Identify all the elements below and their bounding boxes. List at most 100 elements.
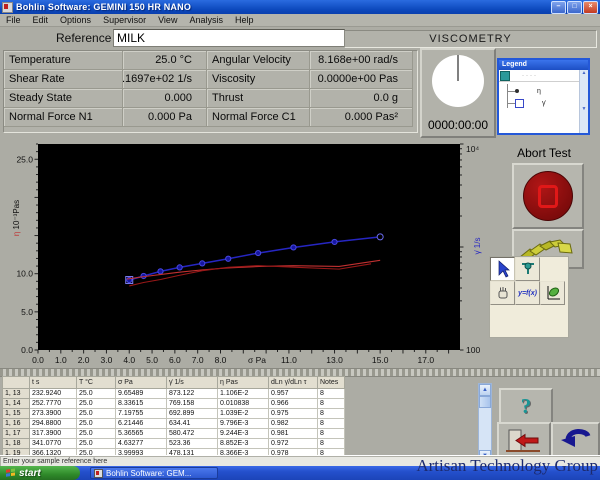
menu-item-options[interactable]: Options (54, 15, 97, 26)
table-cell: 0.966 (268, 398, 318, 409)
x-tick-label: σ Pa (248, 355, 266, 365)
elapsed-time: 0000:00:00 (427, 118, 489, 132)
table-cell: 8.33615 (115, 398, 167, 409)
x-tick-label: 3.0 (101, 355, 113, 365)
legend-scrollbar[interactable]: ▲ ▼ (579, 70, 588, 133)
mode-title: VISCOMETRY (344, 30, 597, 48)
scroll-up-icon[interactable]: ▲ (479, 384, 491, 396)
y-left-tick-label: 10.0 (16, 269, 33, 279)
arrow-cursor-icon (498, 260, 510, 278)
table-cell: 1.039E-2 (217, 408, 269, 419)
column-header[interactable] (2, 376, 30, 389)
readout-label: Thrust (207, 89, 310, 108)
column-header[interactable]: γ̇ 1/s (166, 376, 218, 389)
menu-item-file[interactable]: File (0, 15, 27, 26)
table-row[interactable]: 1, 16 294.8800 25.0 6.21446 634.41 9.796E-3 0.… (2, 418, 345, 429)
maximize-icon[interactable]: □ (567, 0, 582, 14)
legend-window-title[interactable]: Legend (499, 60, 588, 70)
x-tick-label: 8.0 (215, 355, 227, 365)
table-cell: 523.36 (166, 438, 218, 449)
task-label: Bohlin Software: GEM... (106, 468, 192, 478)
y-right-bottom-label: 100 (466, 345, 480, 355)
column-header[interactable]: η Pas (217, 376, 269, 389)
row-number: 1, 16 (2, 418, 30, 429)
readout-value: 8.168e+00 rad/s (310, 51, 413, 70)
table-row[interactable]: 1, 15 273.3900 25.0 7.19755 692.899 1.039E-2 0… (2, 408, 345, 419)
row-number: 1, 14 (2, 398, 30, 409)
readout-label: Normal Force C1 (207, 108, 310, 127)
table-cell: 0.010838 (217, 398, 269, 409)
table-cell: 769.158 (166, 398, 218, 409)
reference-input[interactable] (113, 29, 345, 47)
close-icon[interactable]: × (583, 0, 598, 14)
minimize-icon[interactable]: – (551, 0, 566, 14)
column-header[interactable]: Notes (317, 376, 345, 389)
pan-tool-button[interactable] (490, 281, 515, 305)
column-header[interactable]: σ Pa (115, 376, 167, 389)
table-cell: 8 (317, 418, 345, 429)
column-header[interactable]: T °C (76, 376, 116, 389)
legend-tool-icon[interactable] (500, 70, 510, 81)
legend-item[interactable]: η (507, 86, 541, 96)
table-cell: 8 (317, 398, 345, 409)
table-cell: 1.106E-2 (217, 388, 269, 399)
table-cell: 0.981 (268, 428, 318, 439)
viscometry-chart[interactable]: 0.0 1.0 2.0 3.0 4.0 5.0 6.0 7.0 8.0 σ Pa 11.0 13.0 1… (8, 140, 490, 378)
table-cell: 7.19755 (115, 408, 167, 419)
table-cell: 6.21446 (115, 418, 167, 429)
question-mark-icon: ? (520, 393, 532, 418)
x-tick-label: 4.0 (123, 355, 135, 365)
help-button[interactable]: ? (499, 388, 553, 424)
task-app-icon (94, 468, 103, 478)
menu-item-help[interactable]: Help (229, 15, 260, 26)
x-tick-label: 1.0 (55, 355, 67, 365)
readout-value: 25.0 °C (123, 51, 207, 70)
readout-value: 0.000 (123, 89, 207, 108)
table-cell: 9.796E-3 (217, 418, 269, 429)
table-cell: 5.36565 (115, 428, 167, 439)
watermark-text: Artisan Technology Group (416, 456, 598, 475)
table-cell: 634.41 (166, 418, 218, 429)
table-cell: 8 (317, 408, 345, 419)
column-header[interactable]: dLn γ̇/dLn τ (268, 376, 318, 389)
readout-value: 0.0000e+00 Pas (310, 70, 413, 89)
table-cell: 25.0 (76, 388, 116, 399)
menu-item-view[interactable]: View (152, 15, 183, 26)
x-tick-label: 2.0 (78, 355, 90, 365)
x-tick-label: 0.0 (32, 355, 44, 365)
table-row[interactable]: 1, 14 252.7770 25.0 8.33615 769.158 0.010838 0… (2, 398, 345, 409)
table-cell: 252.7770 (29, 398, 77, 409)
fit-function-button[interactable]: y=f(x) (515, 281, 540, 305)
scroll-thumb[interactable] (479, 396, 491, 408)
start-label: start (19, 467, 41, 479)
table-cell: 294.8800 (29, 418, 77, 429)
cursor-tool-button[interactable] (490, 257, 515, 281)
abort-test-button[interactable] (512, 163, 584, 229)
table-cell: 4.63277 (115, 438, 167, 449)
start-button[interactable]: start (0, 466, 80, 480)
title-bar[interactable]: Bohlin Software: GEMINI 150 HR NANO – □ … (0, 0, 600, 14)
chart-plot-area[interactable] (38, 144, 460, 350)
column-header[interactable]: t s (29, 376, 77, 389)
row-number: 1, 18 (2, 438, 30, 449)
legend-item-label: γ̇ (542, 99, 546, 107)
hand-icon (498, 287, 507, 299)
menu-item-edit[interactable]: Edit (27, 15, 55, 26)
table-cell: 580.472 (166, 428, 218, 439)
table-row[interactable]: 1, 17 317.3900 25.0 5.36565 580.472 9.244E-3 0… (2, 428, 345, 439)
taskbar-task-button[interactable]: Bohlin Software: GEM... (90, 467, 218, 479)
autoscale-tool-button[interactable] (540, 281, 565, 305)
y-left-tick-label: 25.0 (16, 154, 33, 164)
legend-symbol-square-icon (515, 98, 524, 108)
table-row[interactable]: 1, 13 232.9240 25.0 9.65489 873.122 1.106E-2 0… (2, 388, 345, 399)
legend-item-label: η (537, 87, 541, 95)
table-cell: 25.0 (76, 438, 116, 449)
menu-item-supervisor[interactable]: Supervisor (97, 15, 152, 26)
table-row[interactable]: 1, 18 341.0770 25.0 4.63277 523.36 8.852E-3 0.… (2, 438, 345, 449)
vertical-scrollbar[interactable]: ▲ ▼ (478, 383, 492, 463)
table-cell: 0.975 (268, 408, 318, 419)
legend-window[interactable]: Legend ···· ▲ ▼ η γ̇ (497, 58, 590, 135)
geometry-tool-button[interactable] (515, 257, 540, 281)
menu-item-analysis[interactable]: Analysis (183, 15, 229, 26)
legend-item[interactable]: γ̇ (507, 98, 546, 108)
